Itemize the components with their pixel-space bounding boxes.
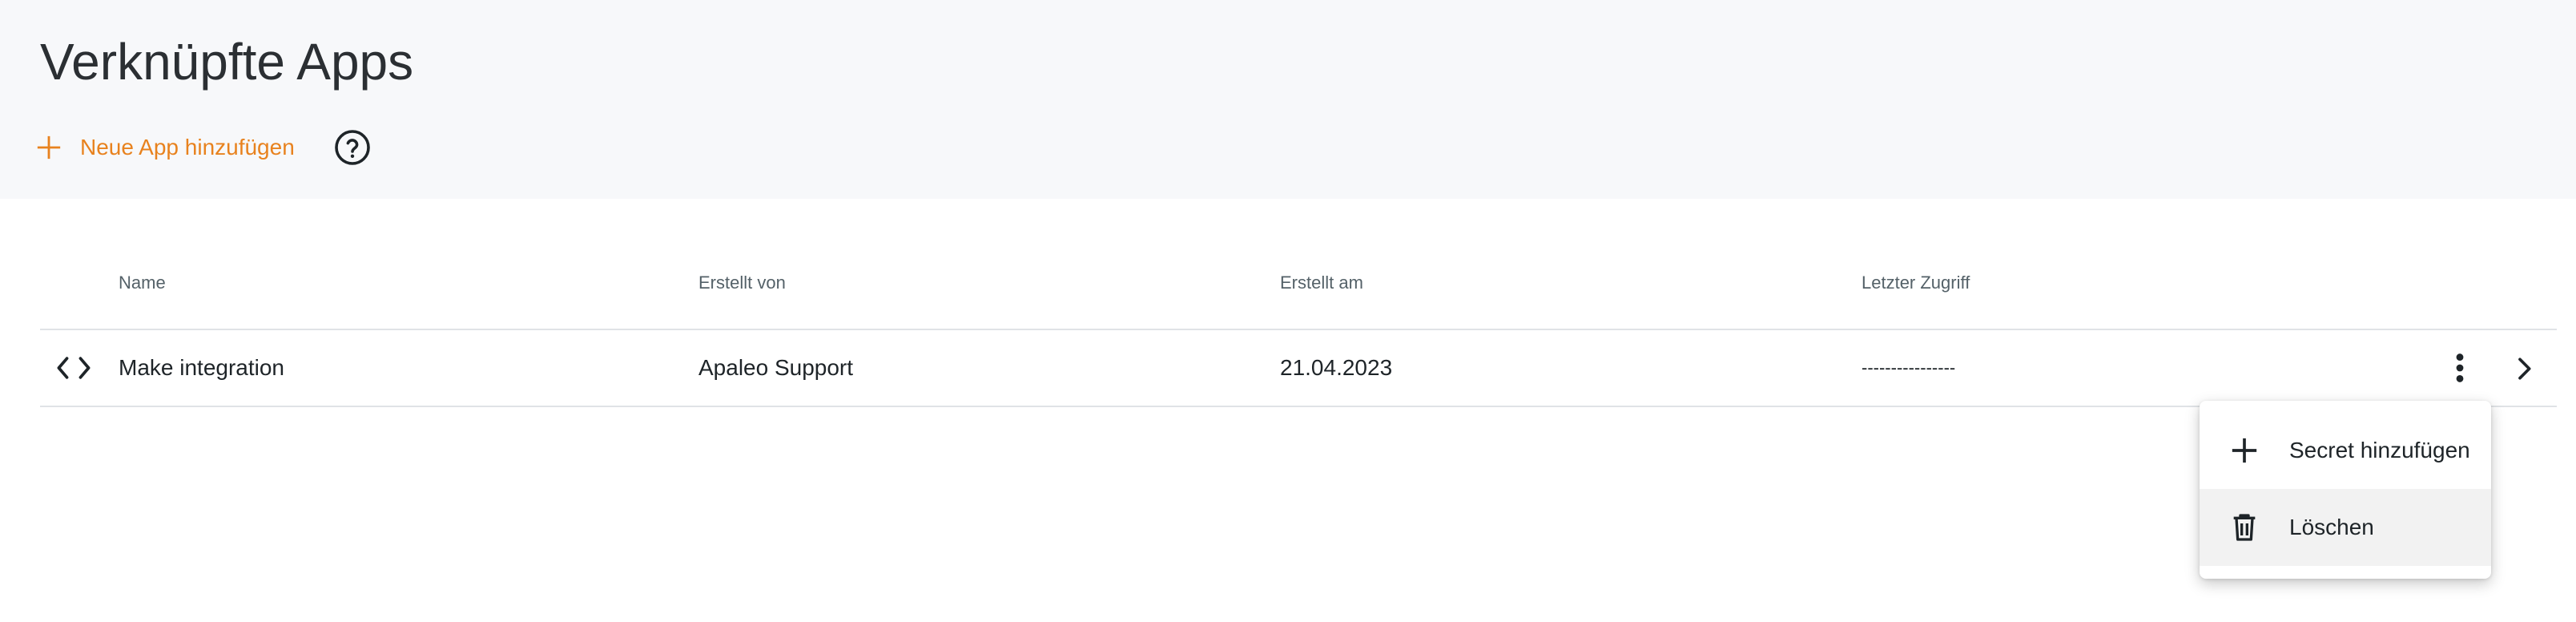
table-header-divider (40, 329, 2557, 330)
code-icon (57, 357, 91, 379)
plus-icon (37, 135, 61, 160)
add-app-button[interactable]: Neue App hinzufügen (35, 128, 295, 167)
help-icon[interactable] (333, 128, 372, 167)
table-row-divider (40, 406, 2557, 407)
app-last-access: ---------------- (1862, 357, 1956, 378)
add-secret-menu-item[interactable]: Secret hinzufügen (2200, 412, 2491, 489)
delete-menu-item[interactable]: Löschen (2200, 489, 2491, 566)
add-secret-label: Secret hinzufügen (2289, 438, 2470, 462)
add-app-label: Neue App hinzufügen (80, 135, 295, 160)
app-name[interactable]: Make integration (119, 354, 284, 382)
chevron-right-icon[interactable] (2510, 353, 2538, 385)
row-context-menu: Secret hinzufügen Löschen (2200, 401, 2491, 579)
delete-label: Löschen (2289, 515, 2374, 539)
page-title: Verknüpfte Apps (40, 33, 414, 91)
column-header-last-access[interactable]: Letzter Zugriff (1862, 273, 1970, 293)
plus-icon (2232, 438, 2257, 463)
trash-icon (2233, 514, 2256, 541)
column-header-created-by[interactable]: Erstellt von (698, 273, 786, 293)
more-vertical-icon[interactable] (2446, 349, 2473, 386)
column-header-created-at[interactable]: Erstellt am (1280, 273, 1363, 293)
page-header: Verknüpfte Apps Neue App hinzufügen (0, 0, 2576, 199)
app-created-by: Apaleo Support (698, 355, 854, 380)
column-header-name[interactable]: Name (119, 273, 166, 293)
app-created-at: 21.04.2023 (1280, 355, 1393, 380)
